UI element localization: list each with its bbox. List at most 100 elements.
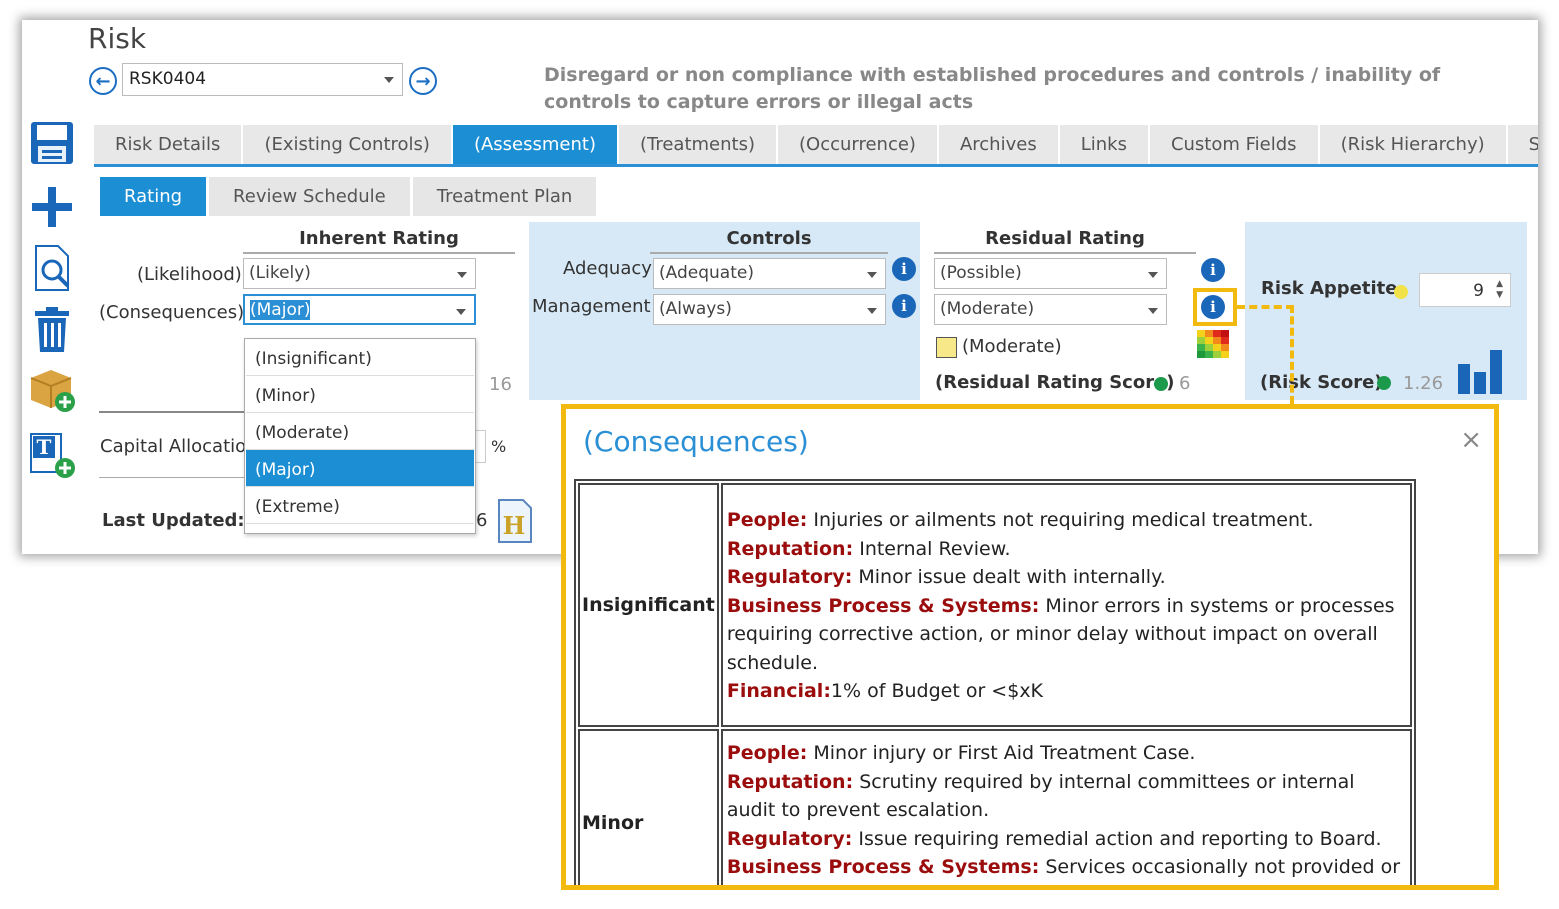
inherent-likelihood-value: (Likely): [249, 263, 311, 283]
management-info-icon[interactable]: i: [892, 294, 916, 318]
capital-allocation-unit: %: [491, 437, 507, 456]
residual-rating-label: (Moderate): [962, 336, 1062, 357]
category-label: Regulatory:: [726, 566, 853, 589]
close-icon[interactable]: ×: [1460, 425, 1482, 455]
chevron-down-icon: [867, 308, 877, 314]
capital-allocation-input[interactable]: [476, 430, 486, 463]
category-text: Minor issue dealt with internally.: [852, 566, 1166, 589]
main-tabs: Risk Details (Existing Controls) (Assess…: [94, 125, 1538, 167]
residual-score-label: (Residual Rating Score): [935, 372, 1175, 393]
list-item: People: Minor injury or First Aid Treatm…: [727, 739, 1406, 768]
stepper-arrows-icon[interactable]: ▲ ▼: [1496, 279, 1503, 301]
category-text: Injuries or ailments not requiring medic…: [807, 509, 1314, 532]
option-moderate[interactable]: (Moderate): [246, 413, 474, 450]
next-arrow-icon[interactable]: →: [409, 67, 437, 95]
tab-existing-controls[interactable]: (Existing Controls): [243, 125, 453, 164]
list-item: Reputation: Scrutiny required by interna…: [727, 768, 1406, 825]
chevron-down-icon: [1148, 308, 1158, 314]
list-item: Financial:1% of Budget or <$xK: [727, 677, 1406, 706]
management-value: (Always): [659, 299, 732, 319]
add-package-icon[interactable]: [26, 363, 78, 415]
residual-consequences-select[interactable]: (Moderate): [934, 294, 1167, 325]
option-minor[interactable]: (Minor): [246, 376, 474, 413]
category-text: 1% of Budget or <$xK: [830, 680, 1044, 703]
category-label: Financial:: [726, 680, 831, 703]
chevron-down-icon: [1148, 272, 1158, 278]
adequacy-info-icon[interactable]: i: [892, 257, 916, 281]
risk-appetite-label: Risk Appetite: [1261, 278, 1398, 299]
category-label: People:: [726, 509, 808, 532]
management-select[interactable]: (Always): [653, 294, 886, 325]
adequacy-select[interactable]: (Adequate): [653, 258, 886, 289]
level-description: People: Injuries or ailments not requiri…: [720, 483, 1412, 727]
chevron-down-icon: [867, 272, 877, 278]
risk-appetite-status-dot: [1394, 285, 1408, 299]
chevron-down-icon: [456, 309, 466, 315]
info-highlight-box: [1193, 288, 1237, 326]
tab-risk-details[interactable]: Risk Details: [94, 125, 244, 164]
tab-occurrence[interactable]: (Occurrence): [778, 125, 939, 164]
inherent-likelihood-select[interactable]: (Likely): [243, 258, 476, 289]
subtab-treatment-plan[interactable]: Treatment Plan: [412, 177, 597, 216]
category-label: Business Process & Systems:: [726, 856, 1040, 878]
add-template-icon[interactable]: T: [26, 429, 78, 481]
residual-likelihood-select[interactable]: (Possible): [934, 258, 1167, 289]
option-insignificant[interactable]: (Insignificant): [246, 339, 474, 376]
tab-overflow[interactable]: S: [1507, 125, 1538, 164]
level-label: Insignificant: [578, 483, 719, 727]
consequences-label: (Consequences): [99, 302, 245, 323]
consequences-table: Insignificant People: Injuries or ailmen…: [574, 479, 1416, 885]
category-text: Issue requiring remedial action and repo…: [852, 827, 1382, 850]
subtab-review-schedule[interactable]: Review Schedule: [209, 177, 410, 216]
save-icon[interactable]: [26, 117, 78, 169]
likelihood-info-icon[interactable]: i: [1201, 258, 1225, 282]
tab-archives[interactable]: Archives: [938, 125, 1060, 164]
sub-tabs: Rating Review Schedule Treatment Plan: [100, 177, 599, 216]
tab-assessment[interactable]: (Assessment): [452, 125, 619, 164]
inherent-consequences-select[interactable]: (Major): [243, 294, 476, 325]
residual-score-status-dot: [1154, 377, 1168, 391]
tab-treatments[interactable]: (Treatments): [618, 125, 778, 164]
section-divider: [99, 477, 244, 478]
adequacy-value: (Adequate): [659, 263, 754, 283]
category-label: Business Process & Systems:: [726, 594, 1040, 617]
level-description: People: Minor injury or First Aid Treatm…: [720, 729, 1412, 885]
consequences-popup: (Consequences) × Insignificant People: I…: [561, 404, 1499, 890]
add-icon[interactable]: [26, 181, 78, 233]
page-title: Risk: [88, 22, 147, 55]
tab-custom-fields[interactable]: Custom Fields: [1149, 125, 1320, 164]
history-icon[interactable]: H: [497, 498, 533, 544]
last-updated-label: Last Updated:: [102, 510, 245, 531]
inherent-consequences-value: (Major): [250, 300, 311, 320]
connector-line: [1237, 305, 1294, 309]
inherent-score-value: 16: [489, 374, 512, 395]
tab-links[interactable]: Links: [1059, 125, 1150, 164]
risk-id-select[interactable]: RSK0404: [122, 63, 403, 96]
option-major[interactable]: (Major): [246, 450, 474, 487]
trash-icon[interactable]: [26, 304, 78, 356]
category-label: Reputation:: [726, 537, 854, 560]
tab-risk-hierarchy[interactable]: (Risk Hierarchy): [1319, 125, 1508, 164]
risk-appetite-stepper[interactable]: 9 ▲ ▼: [1419, 273, 1511, 307]
category-label: Regulatory:: [726, 827, 853, 850]
likelihood-label: (Likelihood): [137, 264, 242, 285]
level-label: Minor: [578, 729, 719, 885]
connector-line: [1290, 305, 1294, 404]
option-extreme[interactable]: (Extreme): [246, 487, 474, 524]
residual-consequences-value: (Moderate): [940, 299, 1035, 319]
category-label: People:: [726, 742, 808, 764]
bar-chart-icon[interactable]: [1458, 348, 1504, 398]
residual-rating-swatch: [936, 337, 957, 358]
svg-text:H: H: [503, 511, 526, 540]
category-text: Internal Review.: [853, 537, 1011, 560]
previous-arrow-icon[interactable]: ←: [89, 67, 117, 95]
heatmap-icon[interactable]: [1197, 330, 1229, 362]
capital-allocation-label: Capital Allocation: [100, 436, 258, 457]
search-document-icon[interactable]: [26, 242, 78, 294]
table-row: Insignificant People: Injuries or ailmen…: [578, 483, 1412, 727]
chevron-down-icon: [457, 272, 467, 278]
residual-score-value: 6: [1179, 373, 1191, 394]
residual-rating-heading: Residual Rating: [934, 228, 1196, 254]
controls-heading: Controls: [650, 228, 888, 254]
subtab-rating[interactable]: Rating: [100, 177, 207, 216]
